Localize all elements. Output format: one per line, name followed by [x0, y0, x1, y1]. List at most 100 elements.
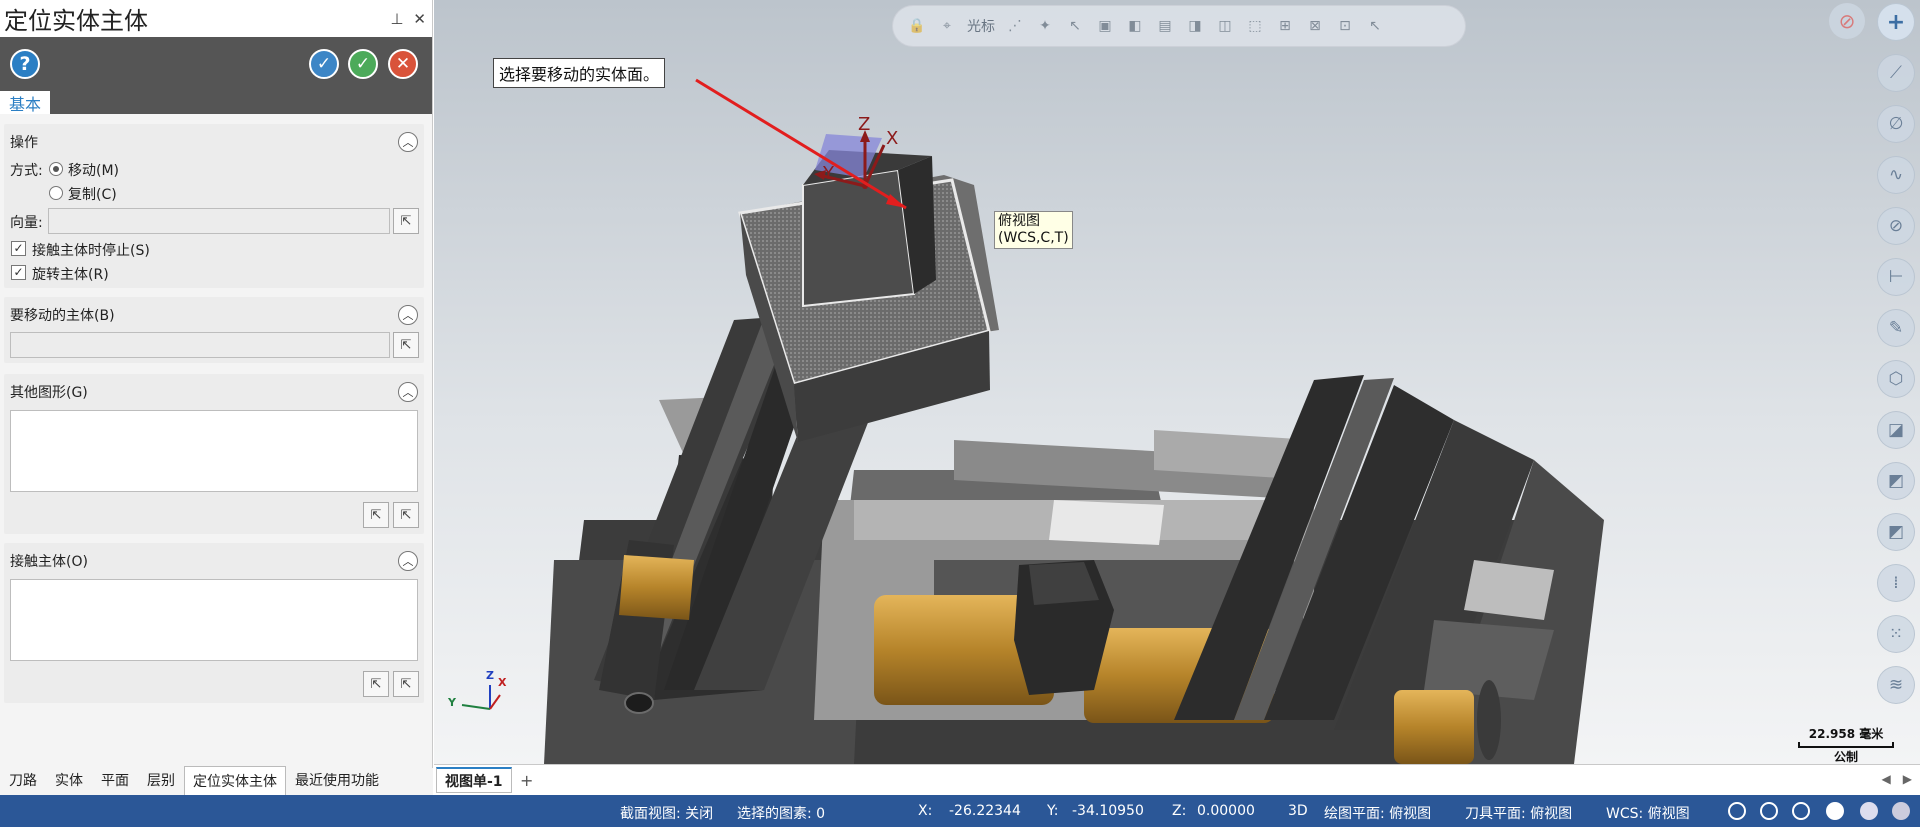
z-coord-value: 0.00000: [1197, 803, 1255, 819]
close-icon[interactable]: ✕: [413, 10, 426, 28]
stop-icon[interactable]: ⊘: [1829, 3, 1865, 39]
ok-button[interactable]: ✓: [348, 49, 378, 79]
select-only-icon[interactable]: ⊡: [1335, 16, 1355, 36]
contact-body-list[interactable]: [10, 579, 418, 661]
help-button[interactable]: ?: [10, 49, 40, 79]
y-coord-value: -34.10950: [1072, 803, 1144, 819]
scroll-left-icon[interactable]: ◀: [1882, 772, 1891, 786]
other-geometry-add-button[interactable]: ⇱: [363, 502, 389, 528]
note-mask-icon[interactable]: ✎: [1877, 309, 1915, 347]
cursor-mode-label[interactable]: 光标: [967, 16, 995, 36]
x-coord-value: -26.22344: [949, 803, 1021, 819]
select-edge-icon[interactable]: ◨: [1185, 16, 1205, 36]
scroll-right-icon[interactable]: ▶: [1903, 772, 1912, 786]
vector-select-button[interactable]: ⇱: [393, 208, 419, 234]
other-geometry-list[interactable]: [10, 410, 418, 492]
select-body-icon[interactable]: ▤: [1155, 16, 1175, 36]
instruction-prompt: 选择要移动的实体面。: [493, 58, 666, 88]
body-to-move-select-button[interactable]: ⇱: [393, 332, 419, 358]
collapse-other-geometry-button[interactable]: ︿: [398, 382, 418, 402]
wcs-axis-z: Z: [486, 669, 494, 682]
surface-mask-icon[interactable]: ⊘: [1877, 207, 1915, 245]
contact-body-select-button[interactable]: ⇱: [393, 671, 419, 697]
section-view-status[interactable]: 截面视图: 关闭: [620, 803, 713, 823]
tab-solids[interactable]: 实体: [46, 765, 92, 795]
group-operation: 操作 ︿ 方式: 移动(M) 复制(C) 向量: ⇱ ✓ 接触主体时停止(S) …: [4, 124, 424, 288]
clear-select-icon[interactable]: ↖: [1365, 16, 1385, 36]
pin-icon[interactable]: ⊥: [390, 10, 403, 28]
tool-plane-status[interactable]: 刀具平面: 俯视图: [1465, 803, 1572, 823]
xyz-icon[interactable]: ⋰: [1005, 16, 1025, 36]
selected-entities-status: 选择的图素: 0: [737, 806, 826, 822]
vector-field[interactable]: [48, 208, 390, 234]
group-operation-title: 操作: [10, 135, 38, 151]
ok-and-create-new-button[interactable]: ✓: [309, 49, 339, 79]
selection-toolbar: 🔒 ⌖ 光标 ⋰ ✦ ↖ ▣ ◧ ▤ ◨ ◫ ⬚ ⊞ ⊠ ⊡ ↖: [892, 5, 1466, 47]
level-color-icon[interactable]: ◩: [1877, 513, 1915, 551]
translucency-icon[interactable]: [1892, 802, 1910, 820]
graphics-viewport[interactable]: Z X Y Z X Y 选择要移动的实体面。 俯视图 (WCS,C,T) 🔒 ⌖…: [434, 0, 1920, 764]
radio-move[interactable]: [49, 162, 63, 176]
select-loop-icon[interactable]: ◫: [1215, 16, 1235, 36]
layers-icon[interactable]: ≋: [1877, 666, 1915, 704]
stop-on-contact-checkbox[interactable]: ✓: [11, 241, 26, 256]
body-mask-icon[interactable]: ◪: [1877, 411, 1915, 449]
arc-mask-icon[interactable]: ∅: [1877, 105, 1915, 143]
group-body-to-move-title: 要移动的主体(B): [10, 308, 115, 324]
other-geometry-select-button[interactable]: ⇱: [393, 502, 419, 528]
mode-3d-toggle[interactable]: 3D: [1288, 803, 1308, 819]
view-tooltip-name: 俯视图: [998, 213, 1040, 229]
tab-toolpaths[interactable]: 刀路: [0, 765, 46, 795]
point-mask-icon[interactable]: ⁞: [1877, 564, 1915, 602]
tab-planes[interactable]: 平面: [92, 765, 138, 795]
viewsheet-tab-1[interactable]: 视图单-1: [436, 767, 512, 793]
select-solid-icon[interactable]: ▣: [1095, 16, 1115, 36]
globe-hidden-icon[interactable]: [1792, 802, 1810, 820]
add-icon[interactable]: +: [1877, 3, 1915, 41]
select-face-icon[interactable]: ◧: [1125, 16, 1145, 36]
tab-levels[interactable]: 层别: [138, 765, 184, 795]
cursor-icon[interactable]: ⌖: [937, 16, 957, 36]
wcs-axis-x: X: [498, 676, 507, 689]
shaded-sphere-icon[interactable]: [1826, 802, 1844, 820]
collapse-contact-body-button[interactable]: ︿: [398, 551, 418, 571]
point-snap-icon[interactable]: ✦: [1035, 16, 1055, 36]
window-select-icon[interactable]: ⬚: [1245, 16, 1265, 36]
scale-unit: 公制: [1833, 750, 1858, 764]
grid-mask-icon[interactable]: ⁙: [1877, 615, 1915, 653]
tab-basic[interactable]: 基本: [0, 91, 50, 114]
collapse-body-to-move-button[interactable]: ︿: [398, 305, 418, 325]
globe-wire-icon[interactable]: [1760, 802, 1778, 820]
body-to-move-field[interactable]: [10, 332, 390, 358]
collapse-operation-button[interactable]: ︿: [398, 132, 418, 152]
rotate-body-checkbox[interactable]: ✓: [11, 265, 26, 280]
vise-model[interactable]: [434, 0, 1920, 764]
contact-body-add-button[interactable]: ⇱: [363, 671, 389, 697]
radio-move-label: 移动(M): [68, 163, 120, 179]
panel-title: 定位实体主体: [4, 7, 148, 35]
wcs-status[interactable]: WCS: 俯视图: [1606, 803, 1690, 823]
tab-position-solid-body[interactable]: 定位实体主体: [184, 766, 286, 795]
scale-indicator: 22.958 毫米 公制: [1796, 725, 1896, 764]
rotate-body-label: 旋转主体(R): [32, 267, 109, 283]
vector-label: 向量:: [10, 215, 43, 231]
select-pointer-icon[interactable]: ↖: [1065, 16, 1085, 36]
wcs-axis-y: Y: [448, 696, 456, 709]
solid-mask-icon[interactable]: ⬡: [1877, 360, 1915, 398]
line-mask-icon[interactable]: ⟋: [1877, 54, 1915, 92]
drawing-plane-status[interactable]: 绘图平面: 俯视图: [1324, 803, 1431, 823]
dimension-mask-icon[interactable]: ⊢: [1877, 258, 1915, 296]
lock-icon[interactable]: 🔒: [907, 16, 927, 36]
y-coord-label: Y:: [1047, 803, 1059, 819]
color-mask-icon[interactable]: ◩: [1877, 462, 1915, 500]
globe-icon[interactable]: [1728, 802, 1746, 820]
cancel-button[interactable]: ✕: [388, 49, 418, 79]
method-label: 方式:: [10, 163, 43, 179]
shaded-edges-icon[interactable]: [1860, 802, 1878, 820]
verify-select-icon[interactable]: ⊞: [1275, 16, 1295, 36]
tab-recent-functions[interactable]: 最近使用功能: [286, 765, 388, 795]
radio-copy[interactable]: [49, 186, 63, 200]
add-viewsheet-button[interactable]: +: [520, 771, 533, 790]
spline-mask-icon[interactable]: ∿: [1877, 156, 1915, 194]
select-all-icon[interactable]: ⊠: [1305, 16, 1325, 36]
